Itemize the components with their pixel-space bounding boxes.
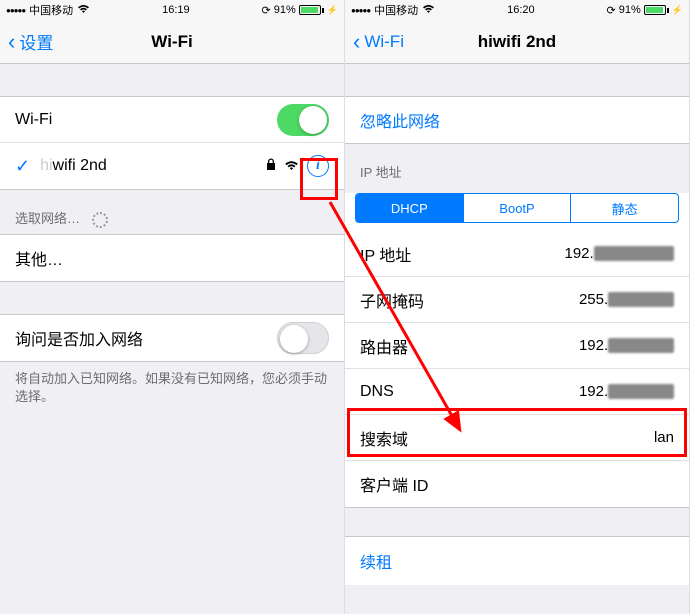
signal-dots-icon: ●●●●● bbox=[351, 6, 370, 15]
back-label: 设置 bbox=[19, 29, 53, 54]
carrier-label: 中国移动 bbox=[29, 2, 73, 18]
battery-icon bbox=[644, 5, 669, 15]
battery-percent: 91% bbox=[619, 4, 641, 16]
rotation-lock-icon: ⟳ bbox=[262, 4, 271, 17]
router-value: 192.168.199.1 bbox=[579, 337, 674, 354]
rotation-lock-icon: ⟳ bbox=[607, 4, 616, 17]
nav-bar: ‹ 设置 Wi-Fi bbox=[0, 20, 344, 64]
charging-icon: ⚡ bbox=[672, 5, 683, 16]
status-bar: ●●●●● 中国移动 16:20 ⟳ 91% ⚡ bbox=[345, 0, 689, 20]
network-details-screen: ●●●●● 中国移动 16:20 ⟳ 91% ⚡ ‹ Wi-Fi hiwifi … bbox=[345, 0, 690, 614]
forget-network-row[interactable]: 忽略此网络 bbox=[345, 97, 689, 143]
search-value: lan bbox=[654, 429, 674, 446]
ip-value: 192.168.199.128 bbox=[565, 245, 675, 262]
client-id-label: 客户端 ID bbox=[360, 472, 674, 496]
router-label: 路由器 bbox=[360, 334, 579, 358]
wifi-icon bbox=[422, 4, 435, 17]
ask-join-row: 询问是否加入网络 bbox=[0, 315, 344, 361]
wifi-settings-screen: ●●●●● 中国移动 16:19 ⟳ 91% ⚡ ‹ 设置 Wi-Fi Wi-F… bbox=[0, 0, 345, 614]
tab-dhcp[interactable]: DHCP bbox=[356, 194, 464, 222]
dns-label: DNS bbox=[360, 383, 579, 401]
spinner-icon bbox=[92, 212, 108, 228]
carrier-label: 中国移动 bbox=[374, 2, 418, 18]
ask-join-label: 询问是否加入网络 bbox=[15, 326, 277, 350]
subnet-label: 子网掩码 bbox=[360, 288, 579, 312]
wifi-toggle-row: Wi-Fi bbox=[0, 97, 344, 143]
tab-static[interactable]: 静态 bbox=[571, 194, 678, 222]
wifi-icon bbox=[77, 4, 90, 17]
search-domain-row[interactable]: 搜索域 lan bbox=[345, 415, 689, 461]
other-network-row[interactable]: 其他… bbox=[0, 235, 344, 281]
wifi-toggle[interactable] bbox=[277, 104, 329, 136]
clock-label: 16:19 bbox=[162, 4, 190, 16]
ip-address-row: IP 地址 192.168.199.128 bbox=[345, 231, 689, 277]
nav-bar: ‹ Wi-Fi hiwifi 2nd bbox=[345, 20, 689, 64]
checkmark-icon: ✓ bbox=[15, 156, 30, 177]
ip-label: IP 地址 bbox=[360, 242, 565, 266]
subnet-value: 255.255.255.0 bbox=[579, 291, 674, 308]
info-icon[interactable]: i bbox=[307, 155, 329, 177]
other-label: 其他… bbox=[15, 246, 329, 270]
battery-icon bbox=[299, 5, 324, 15]
ip-section-header: IP 地址 bbox=[345, 144, 689, 187]
tab-bootp[interactable]: BootP bbox=[464, 194, 572, 222]
status-bar: ●●●●● 中国移动 16:19 ⟳ 91% ⚡ bbox=[0, 0, 344, 20]
forget-label: 忽略此网络 bbox=[360, 108, 440, 132]
back-label: Wi-Fi bbox=[364, 32, 404, 52]
dns-value: 192.168.199.1 bbox=[579, 383, 674, 400]
network-name: hiwifi 2nd bbox=[40, 157, 266, 175]
choose-network-header: 选取网络… bbox=[0, 190, 344, 234]
subnet-row: 子网掩码 255.255.255.0 bbox=[345, 277, 689, 323]
footer-note: 将自动加入已知网络。如果没有已知网络，您必须手动选择。 bbox=[0, 362, 344, 414]
wifi-label: Wi-Fi bbox=[15, 111, 277, 129]
dns-row[interactable]: DNS 192.168.199.1 bbox=[345, 369, 689, 415]
signal-dots-icon: ●●●●● bbox=[6, 6, 25, 15]
ask-join-toggle[interactable] bbox=[277, 322, 329, 354]
back-button[interactable]: ‹ Wi-Fi bbox=[353, 29, 404, 55]
charging-icon: ⚡ bbox=[327, 5, 338, 16]
router-row: 路由器 192.168.199.1 bbox=[345, 323, 689, 369]
search-label: 搜索域 bbox=[360, 426, 654, 450]
clock-label: 16:20 bbox=[507, 4, 535, 16]
client-id-row[interactable]: 客户端 ID bbox=[345, 461, 689, 507]
lock-icon bbox=[266, 158, 276, 174]
connected-network-row[interactable]: ✓ hiwifi 2nd i bbox=[0, 143, 344, 189]
back-button[interactable]: ‹ 设置 bbox=[8, 29, 53, 55]
chevron-left-icon: ‹ bbox=[353, 29, 360, 55]
wifi-strength-icon bbox=[284, 158, 299, 174]
battery-percent: 91% bbox=[274, 4, 296, 16]
ip-mode-segmented: DHCP BootP 静态 bbox=[355, 193, 679, 223]
chevron-left-icon: ‹ bbox=[8, 29, 15, 55]
renew-lease-button[interactable]: 续租 bbox=[345, 537, 689, 585]
